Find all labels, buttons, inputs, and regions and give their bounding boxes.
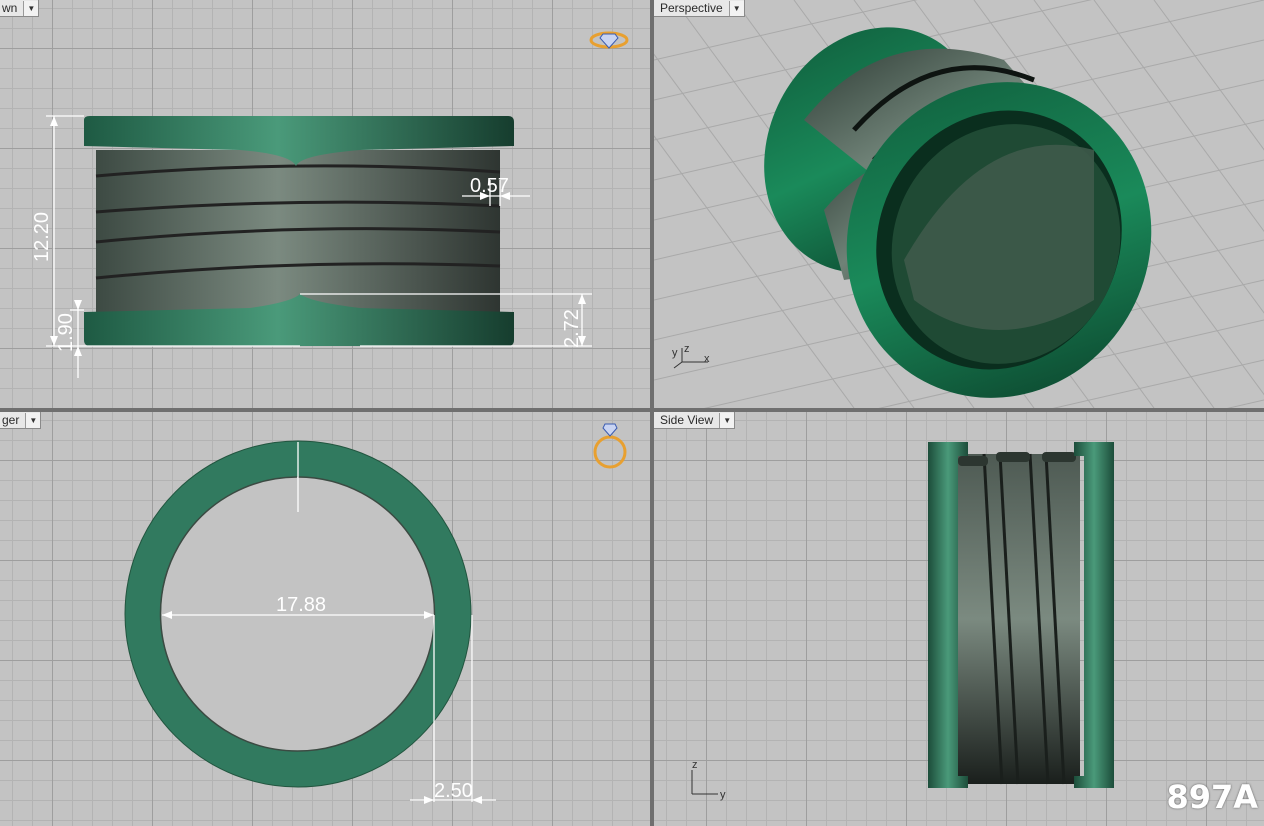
front-view-drawing: 12.20 0.57 1.90 2.72 [31,115,592,378]
dim-band-lower: 1.90 [55,313,77,352]
watermark: 897A [1166,778,1258,816]
chevron-down-icon[interactable]: ▼ [719,412,735,428]
chevron-down-icon[interactable]: ▼ [23,0,39,16]
ring-preview-icon[interactable] [590,420,630,476]
viewport-tab-top[interactable]: ger ▼ [0,412,42,429]
side-view-drawing [928,442,1114,788]
viewport-front[interactable]: wn ▼ 12.20 0.57 1.90 2.72 [0,0,650,408]
viewport-tab-side[interactable]: Side View ▼ [654,412,736,429]
dim-wall: 2.50 [434,780,473,802]
viewport-tab-perspective[interactable]: Perspective ▼ [654,0,745,17]
perspective-grid [654,0,1264,408]
viewport-label: Perspective [660,1,723,15]
viewport-tab-front[interactable]: wn ▼ [0,0,40,17]
dim-gap: 0.57 [470,175,509,197]
viewport-label: ger [2,413,20,427]
viewport-top[interactable]: ger ▼ 17.88 2.50 [0,412,650,826]
top-view-drawing: 17.88 2.50 [124,440,496,804]
axis-y-label: y [672,347,678,359]
axis-z-label: z [684,343,690,355]
axis-x-label: x [704,353,710,365]
viewport-label: wn [2,1,18,15]
gem-ring-icon[interactable] [588,28,630,52]
viewport-perspective[interactable]: Perspective ▼ x y z [654,0,1264,408]
axis-indicator-side: z y [691,759,726,801]
chevron-down-icon[interactable]: ▼ [25,412,41,428]
dim-inner-diameter: 17.88 [276,594,326,616]
axis-y-label: y [720,789,726,801]
axis-indicator: x y z [672,343,710,369]
viewport-side[interactable]: Side View ▼ z y 897A [654,412,1264,826]
chevron-down-icon[interactable]: ▼ [728,0,744,16]
viewport-label: Side View [660,413,714,427]
dim-band-right: 2.72 [561,309,583,348]
axis-z-label: z [692,759,698,771]
dim-height: 12.20 [31,212,53,262]
